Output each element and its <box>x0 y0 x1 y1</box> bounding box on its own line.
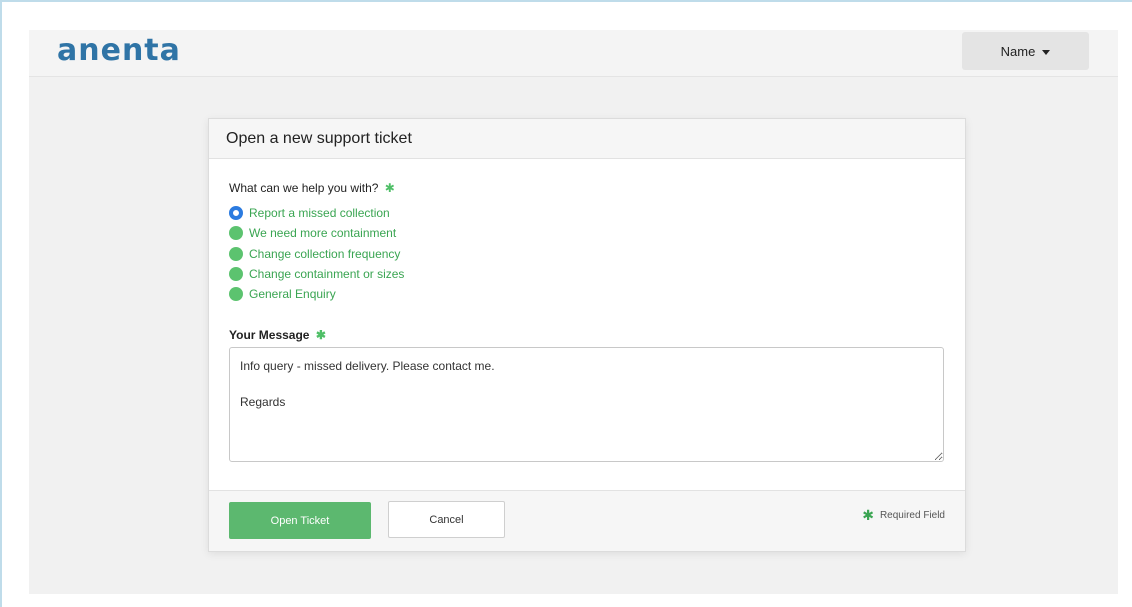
message-label-text: Your Message <box>229 328 310 342</box>
radio-option-label: Change containment or sizes <box>249 267 405 282</box>
radio-option-label: Report a missed collection <box>249 206 390 221</box>
radio-option-general-enquiry[interactable]: General Enquiry <box>229 284 404 304</box>
radio-option-missed-collection[interactable]: Report a missed collection <box>229 203 404 223</box>
radio-option-more-containment[interactable]: We need more containment <box>229 223 404 243</box>
required-asterisk-icon: ✱ <box>384 181 395 195</box>
dialog-body: What can we help you with? ✱ Report a mi… <box>209 159 965 491</box>
help-topic-question: What can we help you with? ✱ <box>229 181 395 195</box>
radio-option-label: We need more containment <box>249 226 397 241</box>
cancel-button[interactable]: Cancel <box>388 501 505 538</box>
radio-button[interactable] <box>229 226 243 241</box>
radio-button[interactable] <box>229 246 243 261</box>
required-asterisk-icon: ✱ <box>862 507 874 523</box>
required-field-note: ✱ Required Field <box>862 507 945 524</box>
help-topic-radio-group: Report a missed collection We need more … <box>229 203 404 304</box>
question-label: What can we help you with? <box>229 181 379 195</box>
radio-button[interactable] <box>229 267 243 282</box>
radio-option-collection-frequency[interactable]: Change collection frequency <box>229 244 404 264</box>
anenta-logo[interactable]: anenta <box>57 34 181 68</box>
radio-option-label: General Enquiry <box>249 287 336 302</box>
radio-option-label: Change collection frequency <box>249 246 401 261</box>
window-frame-left <box>0 0 2 607</box>
user-menu-label: Name <box>1000 43 1036 59</box>
dialog-title: Open a new support ticket <box>226 129 412 147</box>
message-textarea[interactable]: Info query - missed delivery. Please con… <box>229 347 944 462</box>
message-field-label: Your Message ✱ <box>229 328 326 342</box>
required-asterisk-icon: ✱ <box>315 328 326 342</box>
user-menu-button[interactable]: Name <box>962 32 1089 70</box>
support-ticket-dialog: Open a new support ticket What can we he… <box>208 118 966 552</box>
dialog-footer: Open Ticket Cancel ✱ Required Field <box>209 490 965 551</box>
window-frame-top <box>0 0 1132 2</box>
required-field-text: Required Field <box>879 510 945 521</box>
radio-button[interactable] <box>229 287 243 302</box>
top-navbar: anenta Name <box>29 30 1118 77</box>
chevron-down-icon <box>1042 49 1051 55</box>
open-ticket-button[interactable]: Open Ticket <box>229 502 371 539</box>
app-viewport: anenta Name Open a new support ticket Wh… <box>29 30 1118 594</box>
radio-option-containment-sizes[interactable]: Change containment or sizes <box>229 264 404 284</box>
radio-button-selected[interactable] <box>229 206 243 221</box>
dialog-header: Open a new support ticket <box>209 119 965 159</box>
